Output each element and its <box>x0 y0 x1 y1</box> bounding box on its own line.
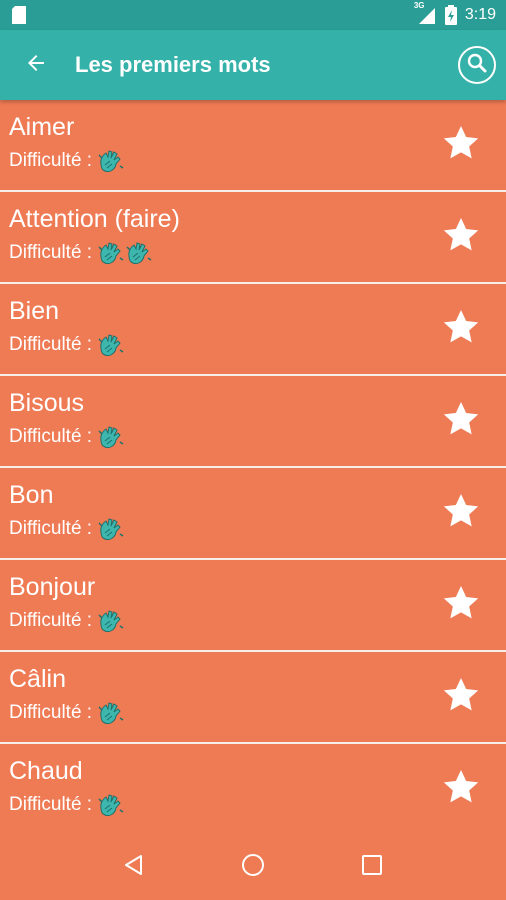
sign-hand-icon <box>96 238 126 268</box>
star-icon <box>441 491 481 536</box>
difficulty-line: Difficulté : <box>9 422 436 452</box>
word-list: Aimer Difficulté : Attention (faire) Diffic… <box>0 100 506 834</box>
list-item-text: Bonjour Difficulté : <box>0 573 436 636</box>
difficulty-label: Difficulté : <box>9 518 93 539</box>
list-item-text: Attention (faire) Difficulté : <box>0 205 436 268</box>
list-item[interactable]: Bien Difficulté : <box>0 284 506 376</box>
nav-recents-button[interactable] <box>347 842 397 892</box>
sign-hand-icon <box>96 330 126 360</box>
star-icon <box>441 675 481 720</box>
difficulty-line: Difficulté : <box>9 790 436 820</box>
arrow-left-icon <box>24 51 48 80</box>
list-item-text: Aimer Difficulté : <box>0 113 436 176</box>
star-icon <box>441 767 481 812</box>
sd-card-icon <box>12 6 26 24</box>
list-item[interactable]: Bon Difficulté : <box>0 468 506 560</box>
list-item-text: Bien Difficulté : <box>0 297 436 360</box>
status-right: 3G 3:19 <box>414 1 496 25</box>
list-item-text: Chaud Difficulté : <box>0 757 436 820</box>
list-item[interactable]: Attention (faire) Difficulté : <box>0 192 506 284</box>
difficulty-label: Difficulté : <box>9 334 93 355</box>
app-bar: Les premiers mots <box>0 30 506 100</box>
favorite-star-button[interactable] <box>436 580 486 630</box>
favorite-star-button[interactable] <box>436 396 486 446</box>
list-item-text: Bon Difficulté : <box>0 481 436 544</box>
word-title: Attention (faire) <box>9 205 180 233</box>
star-icon <box>441 123 481 168</box>
word-title: Câlin <box>9 665 66 693</box>
difficulty-label: Difficulté : <box>9 150 93 171</box>
list-item-text: Bisous Difficulté : <box>0 389 436 452</box>
network-type: 3G <box>413 1 425 10</box>
search-icon <box>466 52 488 79</box>
favorite-star-button[interactable] <box>436 212 486 262</box>
star-icon <box>441 215 481 260</box>
sign-hand-icon <box>96 146 126 176</box>
sign-hand-icon <box>96 790 126 820</box>
difficulty-label: Difficulté : <box>9 702 93 723</box>
list-item-text: Câlin Difficulté : <box>0 665 436 728</box>
star-icon <box>441 583 481 628</box>
difficulty-line: Difficulté : <box>9 514 436 544</box>
page-title: Les premiers mots <box>75 52 271 77</box>
favorite-star-button[interactable] <box>436 764 486 814</box>
difficulty-label: Difficulté : <box>9 242 93 263</box>
sign-hand-icon <box>96 514 126 544</box>
word-title: Aimer <box>9 113 75 141</box>
sign-hand-icon <box>96 606 126 636</box>
list-item[interactable]: Câlin Difficulté : <box>0 652 506 744</box>
recents-square-icon <box>361 854 383 881</box>
sign-hand-icon <box>96 422 126 452</box>
list-item[interactable]: Bonjour Difficulté : <box>0 560 506 652</box>
list-item[interactable]: Chaud Difficulté : <box>0 744 506 834</box>
difficulty-line: Difficulté : <box>9 606 436 636</box>
list-item[interactable]: Aimer Difficulté : <box>0 100 506 192</box>
back-triangle-icon <box>122 853 146 882</box>
navigation-bar <box>0 834 506 900</box>
nav-home-button[interactable] <box>228 842 278 892</box>
star-icon <box>441 399 481 444</box>
clock: 3:19 <box>464 6 496 23</box>
list-item[interactable]: Bisous Difficulté : <box>0 376 506 468</box>
status-bar: 3G 3:19 <box>0 0 506 30</box>
home-circle-icon <box>240 852 266 883</box>
favorite-star-button[interactable] <box>436 488 486 538</box>
word-title: Bon <box>9 481 54 509</box>
favorite-star-button[interactable] <box>436 304 486 354</box>
word-title: Bisous <box>9 389 85 417</box>
favorite-star-button[interactable] <box>436 672 486 722</box>
search-button[interactable] <box>458 46 496 84</box>
sign-hand-icon <box>96 698 126 728</box>
difficulty-label: Difficulté : <box>9 426 93 447</box>
back-button[interactable] <box>18 47 54 83</box>
favorite-star-button[interactable] <box>436 120 486 170</box>
difficulty-line: Difficulté : <box>9 330 436 360</box>
difficulty-label: Difficulté : <box>9 794 93 815</box>
word-title: Chaud <box>9 757 83 785</box>
difficulty-line: Difficulté : <box>9 698 436 728</box>
difficulty-line: Difficulté : <box>9 238 436 268</box>
nav-back-button[interactable] <box>109 842 159 892</box>
status-left <box>12 6 26 24</box>
sign-hand-icon <box>124 238 154 268</box>
difficulty-line: Difficulté : <box>9 146 436 176</box>
difficulty-label: Difficulté : <box>9 610 93 631</box>
signal-icon: 3G <box>414 1 437 24</box>
word-title: Bonjour <box>9 573 96 601</box>
star-icon <box>441 307 481 352</box>
word-title: Bien <box>9 297 60 325</box>
battery-icon <box>444 5 457 25</box>
